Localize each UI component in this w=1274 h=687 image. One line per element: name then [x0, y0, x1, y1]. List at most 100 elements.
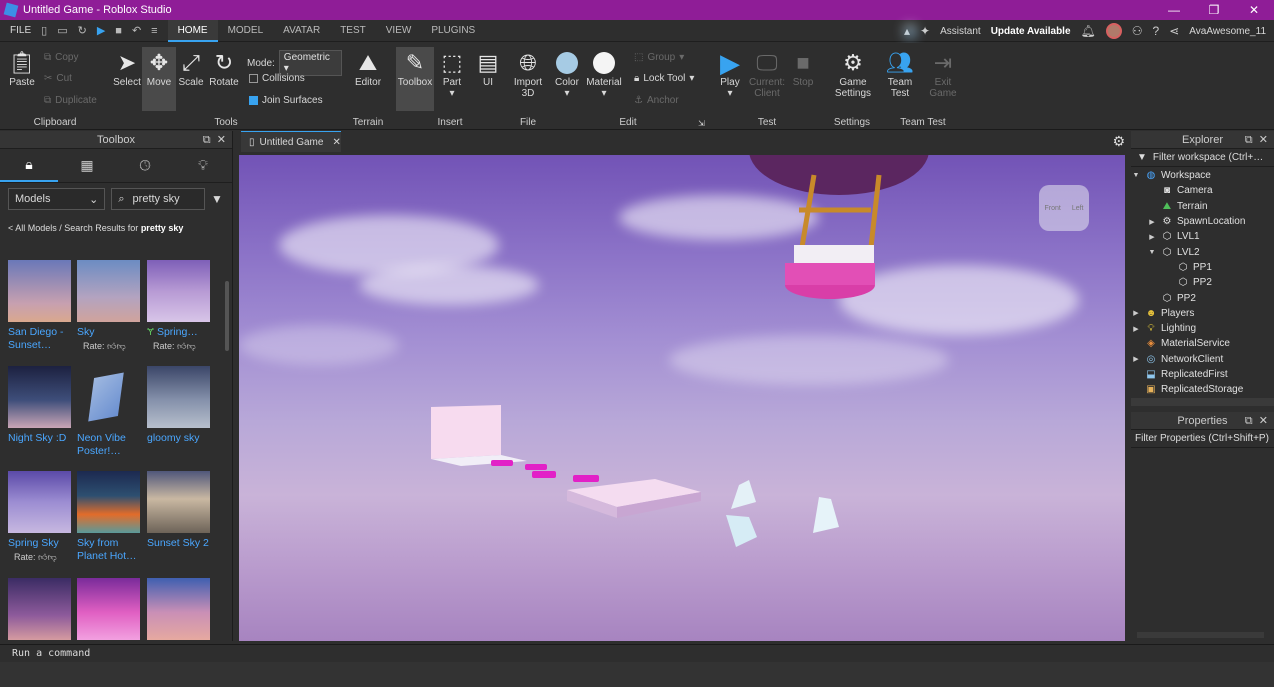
item-name[interactable]: Sky from Planet Hot…: [77, 537, 141, 563]
list-item[interactable]: gloomy sky: [147, 366, 211, 445]
collapsed-arrow-icon[interactable]: ▶: [1131, 309, 1141, 317]
tree-node-materialservice[interactable]: ◈ MaterialService: [1131, 336, 1274, 351]
tree-node-pp2[interactable]: ⬡ PP2: [1131, 290, 1274, 305]
quick-play-icon[interactable]: ▶: [97, 24, 105, 37]
join-surfaces-toggle[interactable]: Join Surfaces: [249, 95, 323, 106]
move-tool-button[interactable]: ✥ Move: [142, 47, 176, 111]
scale-tool-button[interactable]: ⤢ Scale: [174, 49, 208, 88]
tree-node-replicatedstorage[interactable]: ▣ ReplicatedStorage: [1131, 382, 1274, 397]
thumbs-down-icon[interactable]: 👎︎: [47, 552, 56, 562]
stop-button[interactable]: ■ Stop: [786, 49, 820, 88]
list-item[interactable]: [77, 578, 141, 640]
cloud-icon[interactable]: ☁: [904, 24, 917, 38]
tab-avatar[interactable]: AVATAR: [273, 20, 330, 42]
maximize-button[interactable]: ❐: [1194, 0, 1234, 20]
assistant-button[interactable]: Assistant: [940, 26, 981, 37]
list-item[interactable]: Sky Rate: 👍︎👎︎: [77, 260, 141, 352]
tab-creations[interactable]: 💡︎: [174, 149, 232, 182]
material-dropdown-icon[interactable]: ▾: [585, 88, 623, 99]
thumbs-down-icon[interactable]: 👎︎: [116, 341, 125, 351]
tab-inventory[interactable]: 🔒︎: [0, 149, 58, 182]
toolbox-search-input[interactable]: ⌕ pretty sky: [111, 188, 206, 210]
material-button[interactable]: Material ▾: [585, 49, 623, 99]
command-input[interactable]: Run a command: [12, 648, 90, 659]
close-button[interactable]: ✕: [1234, 0, 1274, 20]
list-item[interactable]: Ɏ Spring… Rate: 👍︎👎︎: [147, 260, 211, 352]
list-item[interactable]: Sunset Sky 2: [147, 471, 211, 550]
expanded-arrow-icon[interactable]: ▼: [1147, 249, 1157, 256]
tab-recent[interactable]: 🕓︎: [116, 149, 174, 182]
join-surfaces-checkbox[interactable]: [249, 96, 258, 105]
game-settings-button[interactable]: ⚙ Game Settings: [833, 49, 873, 99]
tab-untitled-game[interactable]: ▯ Untitled Game ✕: [241, 131, 341, 152]
color-dropdown-icon[interactable]: ▾: [550, 88, 584, 99]
minimize-button[interactable]: —: [1154, 0, 1194, 20]
list-item[interactable]: San Diego - Sunset…: [8, 260, 72, 352]
item-name[interactable]: gloomy sky: [147, 432, 211, 445]
notifications-icon[interactable]: 🔔︎: [1081, 24, 1096, 38]
tree-node-lvl2[interactable]: ▼ ⬡ LVL2: [1131, 244, 1274, 259]
part-button[interactable]: ⬚ Part ▾: [435, 49, 469, 99]
item-name[interactable]: Spring Sky: [8, 537, 72, 550]
collapsed-arrow-icon[interactable]: ▶: [1147, 233, 1157, 241]
quick-stop-icon[interactable]: ■: [115, 25, 122, 37]
tab-view[interactable]: VIEW: [376, 20, 422, 42]
collisions-toggle[interactable]: Collisions: [249, 73, 305, 84]
play-dropdown-icon[interactable]: ▾: [713, 88, 747, 99]
undock-icon[interactable]: ⧉: [203, 134, 211, 146]
tab-model[interactable]: MODEL: [218, 20, 274, 42]
tree-node-camera[interactable]: ◙ Camera: [1131, 183, 1274, 198]
list-item[interactable]: Neon Vibe Poster!…: [77, 366, 141, 458]
file-menu[interactable]: FILE: [0, 25, 41, 36]
breadcrumb[interactable]: < All Models / Search Results for pretty…: [0, 215, 232, 241]
open-file-icon[interactable]: ▭: [57, 24, 67, 37]
item-name[interactable]: Sky: [77, 326, 141, 339]
expanded-arrow-icon[interactable]: ▼: [1131, 172, 1141, 179]
thumbs-down-icon[interactable]: 👎︎: [186, 341, 195, 351]
tree-node-terrain[interactable]: ⛰ Terrain: [1131, 199, 1274, 214]
tree-node-networkclient[interactable]: ▶ ◎ NetworkClient: [1131, 352, 1274, 367]
tree-node-pp2[interactable]: ⬡ PP2: [1131, 275, 1274, 290]
properties-hscrollbar[interactable]: [1137, 632, 1264, 638]
team-test-button[interactable]: 👥︎ Team Test: [883, 49, 917, 99]
customize-icon[interactable]: ≡: [151, 25, 157, 37]
lock-tool-button[interactable]: 🔒︎ Lock Tool ▾: [634, 73, 694, 84]
collisions-checkbox[interactable]: [249, 74, 258, 83]
list-item[interactable]: Night Sky :D: [8, 366, 72, 445]
expand-edit-icon[interactable]: ⇲: [698, 119, 705, 128]
new-file-icon[interactable]: ▯: [41, 24, 47, 37]
current-client-button[interactable]: 🖵︎ Current: Client: [747, 49, 787, 99]
import-3d-button[interactable]: 🌐︎ Import 3D: [511, 49, 545, 99]
filter-icon[interactable]: ▼: [211, 188, 224, 210]
group-button[interactable]: ⬚ Group ▾: [634, 52, 684, 63]
update-available-button[interactable]: Update Available: [991, 26, 1071, 37]
tree-node-spawnlocation[interactable]: ▶ ⚙ SpawnLocation: [1131, 214, 1274, 229]
tree-node-workspace[interactable]: ▼ ◍ Workspace: [1131, 168, 1274, 183]
toolbox-button[interactable]: ✎ Toolbox: [396, 47, 434, 111]
properties-filter-input[interactable]: Filter Properties (Ctrl+Shift+P): [1131, 430, 1274, 448]
play-button[interactable]: ▶ Play ▾: [713, 48, 747, 100]
rotate-tool-button[interactable]: ↻ Rotate: [207, 49, 241, 88]
undock-icon[interactable]: ⧉: [1245, 134, 1253, 146]
exit-game-button[interactable]: ⇥ Exit Game: [926, 49, 960, 99]
command-bar[interactable]: Run a command: [0, 644, 1274, 662]
duplicate-button[interactable]: ⧉ Duplicate: [44, 95, 97, 106]
item-name[interactable]: Neon Vibe Poster!…: [77, 432, 141, 458]
view-cube[interactable]: Front Left: [1039, 185, 1089, 231]
paste-button[interactable]: 📋︎ Paste: [5, 49, 39, 88]
toolbox-close-icon[interactable]: ✕: [217, 134, 226, 146]
collapsed-arrow-icon[interactable]: ▶: [1147, 218, 1157, 226]
tree-node-lighting[interactable]: ▶ 💡︎ Lighting: [1131, 321, 1274, 336]
tab-home[interactable]: HOME: [167, 19, 218, 42]
tree-node-replicatedfirst[interactable]: ⬓ ReplicatedFirst: [1131, 367, 1274, 382]
cut-button[interactable]: ✂ Cut: [44, 73, 72, 84]
explorer-hscrollbar[interactable]: [1131, 398, 1274, 406]
tree-node-pp1[interactable]: ⬡ PP1: [1131, 260, 1274, 275]
add-friend-icon[interactable]: ⚇: [1132, 24, 1143, 38]
list-item[interactable]: Sky from Planet Hot…: [77, 471, 141, 563]
undock-icon[interactable]: ⧉: [1245, 415, 1253, 427]
collapsed-arrow-icon[interactable]: ▶: [1131, 355, 1141, 363]
color-button[interactable]: Color ▾: [550, 49, 584, 99]
tab-plugins[interactable]: PLUGINS: [421, 20, 485, 42]
item-name[interactable]: San Diego - Sunset…: [8, 326, 72, 352]
